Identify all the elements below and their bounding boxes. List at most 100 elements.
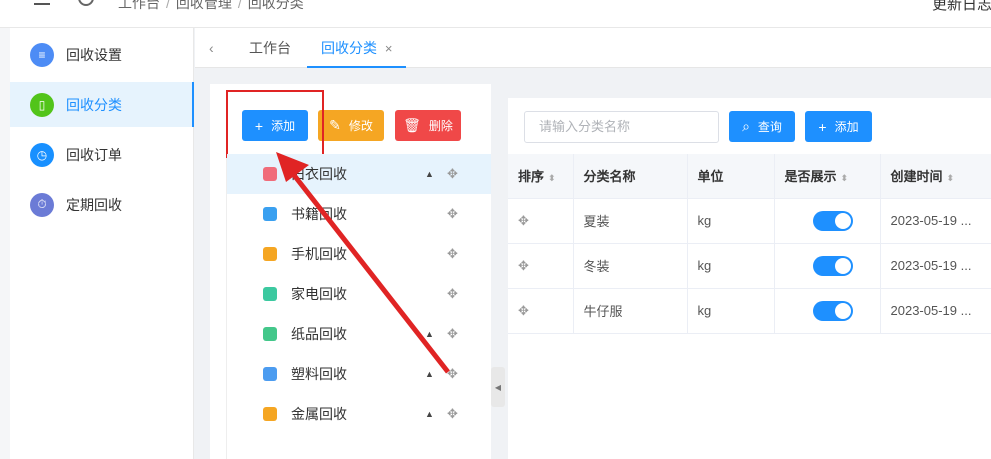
sidebar-item-recycle-orders[interactable]: ◷ 回收订单	[10, 132, 194, 177]
bookmark-icon: ▯	[30, 92, 54, 117]
list-icon: ≡	[30, 42, 54, 67]
edit-button[interactable]: ✎ 修改	[318, 110, 384, 141]
drag-handle-icon[interactable]: ✥	[447, 406, 458, 422]
drag-handle-icon[interactable]: ✥	[518, 303, 529, 318]
tree-item[interactable]: 纸品回收 ▲ ✥	[227, 314, 491, 354]
changelog-link[interactable]: 更新日志	[932, 0, 991, 14]
sort-icon[interactable]: ⬍	[548, 173, 556, 183]
sidebar: ≡ 回收设置 ▯ 回收分类 ◷ 回收订单 ⏱ 定期回收	[0, 28, 194, 459]
created-time: 2023-05-19 ...	[880, 243, 991, 289]
paper-icon	[263, 327, 277, 341]
drag-handle-icon[interactable]: ✥	[447, 286, 458, 302]
refresh-icon[interactable]	[78, 0, 94, 6]
column-header[interactable]: 是否展示 ⬍	[774, 154, 881, 199]
move-up-icon[interactable]: ▲	[425, 169, 434, 179]
tab-label: 回收分类	[321, 40, 377, 56]
tree-item-label: 旧衣回收	[291, 166, 347, 182]
breadcrumb: 工作台 / 回收管理 / 回收分类	[118, 0, 304, 13]
plastic-icon	[263, 367, 277, 381]
drag-handle-icon[interactable]: ✥	[518, 258, 529, 273]
phone-icon	[263, 247, 277, 261]
column-header-label: 创建时间	[890, 169, 943, 185]
edit-icon: ✎	[329, 117, 341, 133]
drag-handle-icon[interactable]: ✥	[447, 166, 458, 182]
show-toggle[interactable]	[812, 210, 853, 231]
column-header[interactable]: 排序 ⬍	[508, 154, 574, 199]
search-input[interactable]: 请输入分类名称	[524, 111, 719, 143]
column-header[interactable]: 创建时间 ⬍	[880, 154, 991, 199]
query-button[interactable]: ⌕ 查询	[729, 111, 795, 142]
metal-icon	[263, 407, 277, 421]
tree-item-label: 手机回收	[291, 246, 347, 262]
category-name: 夏装	[573, 198, 688, 244]
book-icon	[263, 207, 277, 221]
tree-item-label: 书籍回收	[291, 206, 347, 222]
column-header: 分类名称	[573, 154, 688, 199]
sort-icon[interactable]: ⬍	[947, 173, 955, 183]
tree-item[interactable]: 家电回收 ✥	[227, 274, 491, 314]
collapse-handle[interactable]: ◀	[491, 367, 505, 407]
drag-handle-icon[interactable]: ✥	[447, 206, 458, 222]
tree-item[interactable]: 书籍回收 ✥	[227, 194, 491, 234]
query-button-label: 查询	[757, 120, 782, 134]
delete-button[interactable]: 🗑 删除	[395, 110, 461, 141]
tabs-bar: ‹ 工作台 回收分类 ×	[195, 28, 991, 68]
breadcrumb-separator: /	[166, 0, 170, 11]
breadcrumb-item: 回收分类	[247, 0, 304, 11]
annotation-highlight-box	[226, 90, 324, 158]
tree-item[interactable]: 手机回收 ✥	[227, 234, 491, 274]
table-row: ✥ 冬装 kg 2023-05-19 ...	[508, 243, 991, 289]
sidebar-item-label: 回收设置	[66, 46, 122, 63]
drag-handle-icon[interactable]: ✥	[518, 213, 529, 228]
sort-icon[interactable]: ⬍	[841, 173, 849, 183]
breadcrumb-separator: /	[237, 0, 242, 11]
tree-item-label: 家电回收	[291, 286, 347, 302]
column-header-label: 是否展示	[784, 169, 837, 185]
column-header-label: 单位	[697, 169, 724, 185]
created-time: 2023-05-19 ...	[880, 288, 991, 334]
move-up-icon[interactable]: ▲	[425, 409, 434, 419]
tree-item[interactable]: 塑料回收 ▲ ✥	[227, 354, 491, 394]
table-row: ✥ 夏装 kg 2023-05-19 ...	[508, 198, 991, 244]
tree-item-label: 金属回收	[291, 406, 347, 422]
breadcrumb-item[interactable]: 回收管理	[176, 0, 232, 11]
menu-icon[interactable]	[34, 0, 50, 6]
chevron-left-icon[interactable]: ‹	[209, 40, 214, 56]
tree-item-label: 纸品回收	[291, 326, 347, 342]
sidebar-item-recycle-settings[interactable]: ≡ 回收设置	[10, 32, 194, 77]
drag-handle-icon[interactable]: ✥	[447, 326, 458, 342]
close-icon[interactable]: ×	[385, 41, 393, 56]
add-row-button-label: 添加	[834, 120, 859, 134]
show-toggle[interactable]	[812, 300, 853, 321]
move-up-icon[interactable]: ▲	[425, 329, 434, 339]
clothes-icon	[263, 167, 277, 181]
breadcrumb-item[interactable]: 工作台	[118, 0, 160, 11]
column-header: 单位	[687, 154, 775, 199]
trash-icon: 🗑	[403, 117, 421, 133]
plus-icon: +	[818, 118, 827, 135]
column-header-label: 分类名称	[583, 169, 636, 185]
delete-button-label: 删除	[428, 119, 453, 133]
clock-icon: ◷	[30, 142, 54, 167]
sidebar-item-label: 回收分类	[66, 96, 122, 113]
unit: kg	[687, 288, 775, 334]
show-toggle[interactable]	[812, 255, 853, 276]
sidebar-item-recycle-category[interactable]: ▯ 回收分类	[10, 82, 194, 127]
category-name: 牛仔服	[573, 288, 688, 334]
timer-icon: ⏱	[30, 192, 54, 217]
tree-item-label: 塑料回收	[291, 366, 347, 382]
add-row-button[interactable]: + 添加	[805, 111, 872, 142]
drag-handle-icon[interactable]: ✥	[447, 246, 458, 262]
sidebar-item-label: 回收订单	[66, 146, 122, 163]
tree-item[interactable]: 旧衣回收 ▲ ✥	[227, 154, 491, 194]
sidebar-item-scheduled-recycle[interactable]: ⏱ 定期回收	[10, 182, 194, 227]
category-tree-panel: + 添加 ✎ 修改 🗑 删除 旧衣回收 ▲ ✥ 书籍回收 ✥ 手机回收 ✥ 家电回收	[210, 84, 491, 459]
table-header-row: 排序 ⬍ 分类名称 单位 是否展示 ⬍ 创建时间 ⬍	[508, 154, 991, 199]
unit: kg	[687, 243, 775, 289]
tab-workbench[interactable]: 工作台	[249, 28, 291, 68]
move-up-icon[interactable]: ▲	[425, 369, 434, 379]
tree-item[interactable]: 金属回收 ▲ ✥	[227, 394, 491, 434]
top-bar: 工作台 / 回收管理 / 回收分类 更新日志	[0, 0, 991, 28]
tab-recycle-category[interactable]: 回收分类 ×	[307, 28, 407, 68]
drag-handle-icon[interactable]: ✥	[447, 366, 458, 382]
